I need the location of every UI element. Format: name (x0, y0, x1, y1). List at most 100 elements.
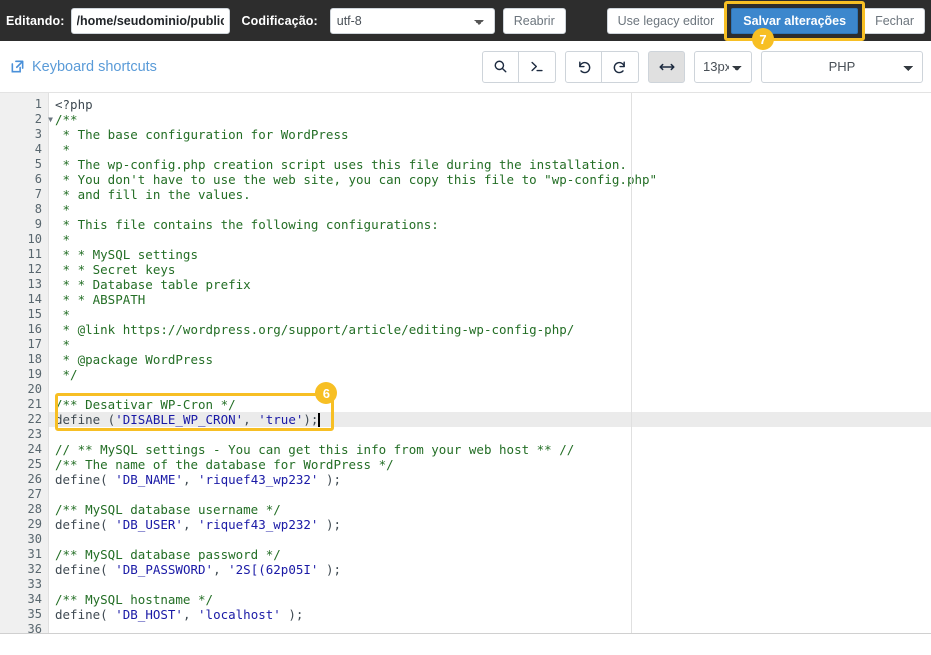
code-token: 'DB_USER' (115, 517, 183, 532)
language-mode-select[interactable]: PHP (761, 50, 923, 83)
keyboard-shortcuts-label: Keyboard shortcuts (32, 58, 157, 75)
encoding-select[interactable]: utf-8 (329, 7, 495, 34)
code-token: define ( (55, 412, 116, 427)
undo-button[interactable] (565, 50, 602, 83)
code-token: * The base configuration for WordPress (55, 127, 349, 142)
line-number-gutter[interactable]: 1 2 ▼ 3 4 5 6 7 8 9 10 11 12 13 14 15 16 17 18 19 20 21 22 23 24… (0, 93, 53, 633)
line-number: 22 (27, 412, 42, 426)
code-token: define( (55, 562, 116, 577)
code-line: /** Desativar WP-Cron */ (55, 397, 931, 412)
code-token: /** MySQL database password */ (55, 547, 281, 562)
line-number: 18 (27, 352, 42, 366)
code-token: * (55, 202, 71, 217)
code-token: ); (318, 517, 342, 532)
line-number: 5 (34, 157, 42, 171)
search-icon-button[interactable] (482, 50, 519, 83)
code-token: /** MySQL database username */ (55, 502, 281, 517)
code-line: * * MySQL settings (55, 247, 931, 262)
line-number: 3 (34, 127, 42, 141)
line-number: 31 (27, 547, 42, 561)
reopen-button[interactable]: Reabrir (502, 7, 566, 34)
line-number: 35 (27, 607, 42, 621)
print-margin-ruler (630, 93, 632, 633)
code-token: , (182, 472, 199, 487)
code-token: * (55, 307, 71, 322)
code-line: * * ABSPATH (55, 292, 931, 307)
code-token: * @link https://wordpress.org/support/ar… (55, 322, 575, 337)
line-number: 24 (27, 442, 42, 456)
code-token: */ (55, 367, 78, 382)
code-token: // ** MySQL settings - You can get this … (55, 442, 575, 457)
editing-label: Editando: (6, 13, 65, 28)
save-changes-button[interactable]: Salvar alterações (731, 7, 859, 34)
code-content[interactable]: <?php/** * The base configuration for Wo… (50, 93, 931, 633)
line-number: 17 (27, 337, 42, 351)
code-line: * You don't have to use the web site, yo… (55, 172, 931, 187)
command-prompt-button[interactable] (519, 50, 556, 83)
code-line: define ('DISABLE_WP_CRON', 'true'); (55, 412, 931, 427)
line-number: 21 (27, 397, 42, 411)
code-token: * * MySQL settings (55, 247, 198, 262)
word-wrap-button[interactable] (648, 50, 685, 83)
line-number: 9 (34, 217, 42, 231)
keyboard-shortcuts-link[interactable]: Keyboard shortcuts (10, 59, 157, 75)
code-token: , (243, 412, 259, 427)
code-line: * (55, 232, 931, 247)
search-group (482, 50, 556, 83)
code-line: * (55, 202, 931, 217)
command-prompt-icon (529, 59, 545, 74)
line-number: 25 (27, 457, 42, 471)
code-line: define( 'DB_HOST', 'localhost' ); (55, 607, 931, 622)
code-token: * @package WordPress (55, 352, 214, 367)
code-token: define( (55, 472, 116, 487)
line-number: 28 (27, 502, 42, 516)
line-number: 1 (34, 97, 42, 111)
line-number: 15 (27, 307, 42, 321)
code-token: * (55, 337, 71, 352)
code-line: * (55, 337, 931, 352)
use-legacy-editor-button[interactable]: Use legacy editor (606, 7, 725, 34)
code-token: define( (55, 607, 116, 622)
line-number: 34 (27, 592, 42, 606)
save-button-highlight: Salvar alterações (724, 0, 866, 41)
line-number: 26 (27, 472, 42, 486)
code-token: define( (55, 517, 116, 532)
code-line: * This file contains the following confi… (55, 217, 931, 232)
code-token: /** The name of the database for WordPre… (55, 457, 394, 472)
line-number: 33 (27, 577, 42, 591)
line-number: 14 (27, 292, 42, 306)
close-button[interactable]: Fechar (865, 7, 925, 34)
code-token: * This file contains the following confi… (55, 217, 439, 232)
line-number: 13 (27, 277, 42, 291)
code-token: <?php (55, 97, 93, 112)
font-size-select[interactable]: 13px (694, 50, 752, 83)
code-token: * and fill in the values. (55, 187, 251, 202)
file-path-input[interactable] (70, 7, 230, 34)
code-token: ); (303, 412, 319, 427)
line-number: 23 (27, 427, 42, 441)
line-number: 32 (27, 562, 42, 576)
line-number: 16 (27, 322, 42, 336)
code-line: /** MySQL database username */ (55, 502, 931, 517)
code-token: 'DB_NAME' (115, 472, 183, 487)
editor-toolbar: Keyboard shortcuts 13px PHP (0, 41, 931, 93)
code-token: 'DB_PASSWORD' (115, 562, 214, 577)
code-line: /** (55, 112, 931, 127)
redo-button[interactable] (602, 50, 639, 83)
code-line: define( 'DB_USER', 'riquef43_wp232' ); (55, 517, 931, 532)
line-number: 27 (27, 487, 42, 501)
code-token: ); (280, 607, 304, 622)
code-token: 'riquef43_wp232' (198, 517, 319, 532)
code-line: * The wp-config.php creation script uses… (55, 157, 931, 172)
code-token: /** Desativar WP-Cron */ (55, 397, 236, 412)
code-token: 'DISABLE_WP_CRON' (115, 412, 244, 427)
code-line: /** MySQL hostname */ (55, 592, 931, 607)
code-token: ); (318, 562, 342, 577)
line-number: 19 (27, 367, 42, 381)
line-number: 20 (27, 382, 42, 396)
code-editor[interactable]: 1 2 ▼ 3 4 5 6 7 8 9 10 11 12 13 14 15 16 17 18 19 20 21 22 23 24… (0, 93, 931, 634)
